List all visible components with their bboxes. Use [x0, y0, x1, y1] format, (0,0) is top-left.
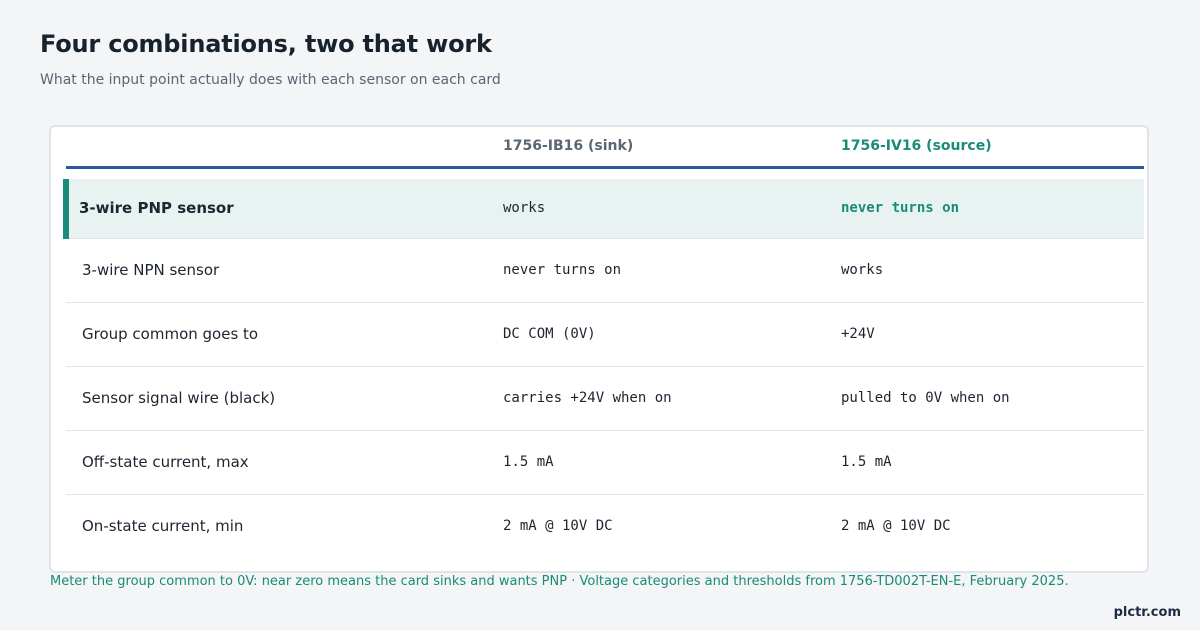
- sink-value: never turns on: [503, 238, 841, 303]
- row-label: Off-state current, max: [66, 430, 503, 495]
- comparison-card: 1756-IB16 (sink) 1756-IV16 (source) 3-wi…: [49, 125, 1149, 573]
- table-row-pnp: 3-wire PNP sensor works never turns on: [63, 178, 1144, 239]
- source-value: 2 mA @ 10V DC: [841, 518, 951, 534]
- source-value: 1.5 mA: [841, 430, 1144, 495]
- table-header-row: 1756-IB16 (sink) 1756-IV16 (source): [66, 127, 1144, 169]
- row-label: Sensor signal wire (black): [66, 366, 503, 431]
- brand-logo[interactable]: plctr.com: [1114, 605, 1181, 620]
- footnote: Meter the group common to 0V: near zero …: [50, 574, 1069, 589]
- table-row-signal-wire: Sensor signal wire (black) carries +24V …: [66, 366, 1144, 431]
- page-subtitle: What the input point actually does with …: [40, 72, 501, 88]
- sink-value: carries +24V when on: [503, 366, 841, 431]
- sink-value: 2 mA @ 10V DC: [503, 518, 613, 534]
- row-label: 3-wire NPN sensor: [66, 238, 503, 303]
- comparison-table: 1756-IB16 (sink) 1756-IV16 (source) 3-wi…: [63, 127, 1144, 558]
- table-spacer: [66, 167, 1144, 179]
- row-label: Group common goes to: [66, 302, 503, 367]
- row-label: 3-wire PNP sensor: [63, 178, 503, 239]
- table-row-on-state: On-state current, min 2 mA @ 10V DC 2 mA…: [66, 494, 1144, 558]
- table-row-group-common: Group common goes to DC COM (0V) +24V: [66, 302, 1144, 367]
- page-title: Four combinations, two that work: [40, 30, 492, 58]
- table-row-npn: 3-wire NPN sensor never turns on works: [66, 238, 1144, 303]
- source-value: +24V: [841, 302, 1144, 367]
- source-value: works: [841, 238, 1144, 303]
- sink-value: 1.5 mA: [503, 430, 841, 495]
- sink-value: DC COM (0V): [503, 302, 841, 367]
- header-source-card: 1756-IV16 (source): [841, 127, 1144, 169]
- header-empty: [66, 127, 503, 169]
- table-row-off-state: Off-state current, max 1.5 mA 1.5 mA: [66, 430, 1144, 495]
- source-value: pulled to 0V when on: [841, 366, 1144, 431]
- row-label: On-state current, min: [82, 517, 244, 535]
- sink-value: works: [503, 178, 841, 239]
- source-value: never turns on: [841, 178, 1144, 239]
- header-sink-card: 1756-IB16 (sink): [503, 127, 841, 169]
